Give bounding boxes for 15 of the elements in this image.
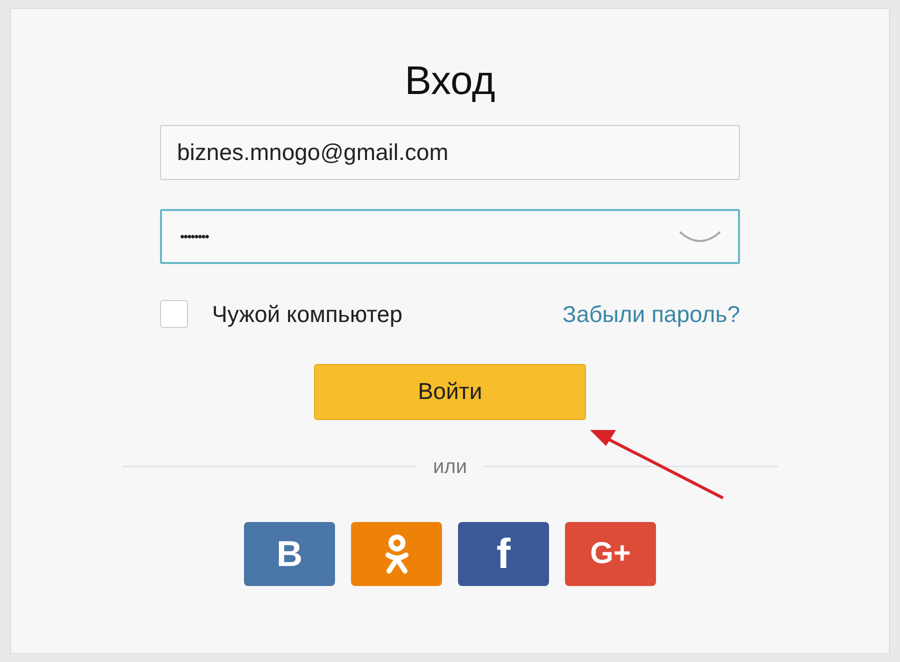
forgot-password-link[interactable]: Забыли пароль? (562, 297, 740, 332)
password-field[interactable]: •••••••• (160, 209, 740, 264)
checkbox-label: Чужой компьютер (212, 300, 402, 329)
vk-login-button[interactable]: В (244, 522, 335, 586)
password-input[interactable]: •••••••• (178, 226, 678, 248)
facebook-login-button[interactable]: f (458, 522, 549, 586)
google-plus-login-button[interactable]: G+ (565, 522, 656, 586)
login-title: Вход (404, 61, 496, 101)
eye-closed-icon[interactable] (678, 230, 722, 244)
odnoklassniki-login-button[interactable] (351, 522, 442, 586)
email-field[interactable]: biznes.mnogo@gmail.com (160, 125, 740, 180)
login-button[interactable]: Войти (314, 364, 586, 420)
odnoklassniki-icon (384, 534, 410, 574)
divider-text: или (433, 454, 468, 480)
checkbox[interactable] (160, 300, 188, 328)
